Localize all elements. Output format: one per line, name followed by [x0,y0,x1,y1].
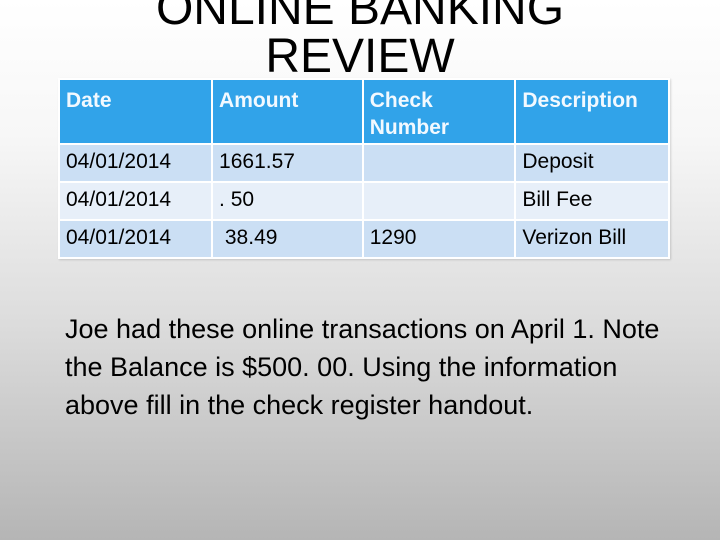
column-header-check-number: Check Number [363,80,515,143]
column-header-date: Date [60,80,212,143]
cell-date: 04/01/2014 [60,145,212,181]
cell-check-number [363,183,515,219]
table-header: Date Amount Check Number Description [60,80,668,143]
cell-amount: 1661.57 [213,145,362,181]
transactions-table: Date Amount Check Number Description 04/… [58,78,670,259]
cell-date: 04/01/2014 [60,183,212,219]
cell-check-number [363,145,515,181]
slide-title-line-1: ONLINE BANKING [155,0,565,35]
cell-check-number: 1290 [363,221,515,257]
cell-amount: 38.49 [213,221,362,257]
instructions-text: Joe had these online transactions on Apr… [65,314,660,420]
cell-date: 04/01/2014 [60,221,212,257]
slide-title-line-2: REVIEW [265,30,455,83]
table-row: 04/01/2014 38.49 1290 Verizon Bill [60,221,668,257]
cell-amount: . 50 [213,183,362,219]
header-row: Date Amount Check Number Description [60,80,668,143]
cell-description: Deposit [516,145,668,181]
table-row: 04/01/2014 1661.57 Deposit [60,145,668,181]
column-header-description: Description [516,80,668,143]
column-header-amount: Amount [213,80,362,143]
cell-description: Verizon Bill [516,221,668,257]
cell-description: Bill Fee [516,183,668,219]
table-row: 04/01/2014 . 50 Bill Fee [60,183,668,219]
table-body: 04/01/2014 1661.57 Deposit 04/01/2014 . … [60,145,668,257]
